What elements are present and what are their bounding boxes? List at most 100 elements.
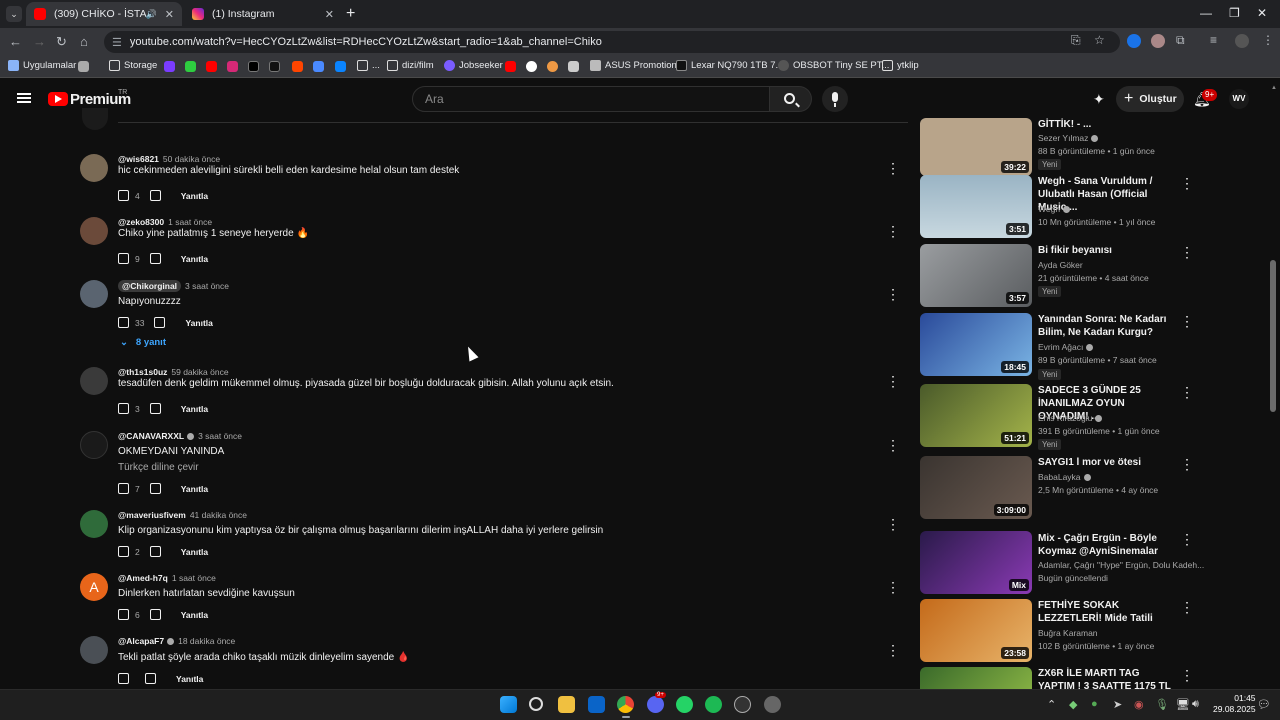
like-thumb-icon[interactable] — [118, 317, 129, 328]
tab-search-button[interactable]: ⌄ — [6, 6, 22, 22]
video-menu-icon[interactable] — [1180, 244, 1194, 261]
comment-avatar[interactable] — [80, 636, 108, 664]
video-title[interactable]: Mix - Çağrı Ergün - Böyle Koymaz @AyniSi… — [1038, 532, 1174, 558]
close-tab-icon[interactable]: ✕ — [325, 8, 334, 21]
menu-hamburger-icon[interactable] — [17, 93, 31, 103]
comment-time[interactable]: 3 saat önce — [185, 281, 229, 291]
video-title[interactable]: FETHİYE SOKAK LEZZETLERİ! Mide Tatili — [1038, 599, 1174, 625]
video-menu-icon[interactable] — [1180, 313, 1194, 330]
reply-button[interactable]: Yanıtla — [185, 318, 212, 328]
bookmark-star-icon[interactable]: ☆ — [1094, 33, 1105, 47]
bookmark-ytklip[interactable]: ytklip — [882, 60, 919, 71]
browser-tab-instagram[interactable]: (1) Instagram ✕ — [184, 2, 342, 26]
video-channel[interactable]: Enis Kirazoglu — [1038, 413, 1103, 423]
video-title[interactable]: Bi fikir beyanısı — [1038, 244, 1174, 257]
premium-gem-icon[interactable]: ✦ — [1093, 91, 1105, 108]
comment-time[interactable]: 18 dakika önce — [178, 636, 235, 646]
like-thumb-icon[interactable] — [118, 483, 129, 494]
like-thumb-icon[interactable] — [118, 253, 129, 264]
video-item[interactable]: 18:45 Yanından Sonra: Ne Kadarı Bilim, N… — [920, 313, 1270, 380]
close-tab-icon[interactable]: ✕ — [165, 8, 174, 21]
comment-time[interactable]: 1 saat önce — [172, 573, 216, 583]
comment-author[interactable]: @maveriusfivem — [118, 510, 186, 520]
video-item[interactable]: 23:58 FETHİYE SOKAK LEZZETLERİ! Mide Tat… — [920, 599, 1270, 663]
bookmark-site-icon[interactable] — [526, 61, 537, 72]
new-tab-icon[interactable]: + — [346, 5, 355, 23]
comment-menu-icon[interactable] — [886, 373, 900, 390]
video-thumbnail[interactable]: Mix — [920, 531, 1032, 594]
bookmark-reddit-icon[interactable] — [292, 61, 303, 72]
reply-button[interactable]: Yanıtla — [181, 547, 208, 557]
video-channel[interactable]: Buğra Karaman — [1038, 628, 1098, 638]
comment-menu-icon[interactable] — [886, 516, 900, 533]
comment-author[interactable]: @CANAVARXXL — [118, 431, 184, 441]
comment-menu-icon[interactable] — [886, 579, 900, 596]
video-item[interactable]: 3:51 Wegh - Sana Vuruldum / Ulubatlı Has… — [920, 175, 1270, 239]
bookmark-folder[interactable]: ... — [357, 60, 380, 71]
comment-avatar-letter[interactable]: A — [80, 573, 108, 601]
video-thumbnail[interactable]: 18:45 — [920, 313, 1032, 376]
tray-app-icon[interactable]: ◉ — [1134, 698, 1144, 711]
voice-search-mic-icon[interactable] — [822, 86, 848, 112]
comment-author[interactable]: @wis6821 — [118, 154, 159, 164]
video-item[interactable]: 3:57 Bi fikir beyanısı Ayda Göker 21 gör… — [920, 244, 1270, 308]
bookmark-storage[interactable]: Storage — [109, 60, 157, 71]
reply-button[interactable]: Yanıtla — [176, 674, 203, 684]
bookmark-asus[interactable]: ASUS Promotion — [590, 60, 677, 71]
extensions-puzzle-icon[interactable]: ⧉ — [1176, 33, 1185, 48]
spotify-icon[interactable] — [705, 696, 722, 713]
notification-center-icon[interactable]: 💬︎ — [1257, 698, 1271, 711]
comment-time[interactable]: 41 dakika önce — [190, 510, 247, 520]
bookmark-apps[interactable]: Uygulamalar — [8, 60, 76, 71]
video-menu-icon[interactable] — [1180, 175, 1194, 192]
comment-avatar[interactable] — [80, 431, 108, 459]
site-info-icon[interactable]: ☰ — [112, 36, 122, 49]
video-menu-icon[interactable] — [1180, 531, 1194, 548]
windows-start-icon[interactable] — [500, 696, 517, 713]
translate-link[interactable]: Türkçe diline çevir — [118, 462, 199, 473]
bookmark-tiktok-icon[interactable] — [269, 61, 280, 72]
reading-list-icon[interactable]: ≡ — [1210, 33, 1217, 47]
reply-button[interactable]: Yanıtla — [181, 610, 208, 620]
comment-time[interactable]: 50 dakika önce — [163, 154, 220, 164]
bookmark-obsbot[interactable]: OBSBOT Tiny SE PT... — [778, 60, 889, 71]
video-title[interactable]: Yanından Sonra: Ne Kadarı Bilim, Ne Kada… — [1038, 313, 1174, 339]
dislike-thumb-icon[interactable] — [149, 546, 161, 557]
search-input[interactable]: Ara — [412, 86, 770, 112]
file-explorer-icon[interactable] — [558, 696, 575, 713]
comment-author[interactable]: @Amed-h7q — [118, 573, 168, 583]
browser-tab-youtube[interactable]: (309) CHİKO - İSTANBUL M 🔊 ✕ — [26, 2, 182, 26]
comment-avatar[interactable] — [80, 217, 108, 245]
back-icon[interactable]: ← — [9, 34, 22, 49]
dislike-thumb-icon[interactable] — [149, 403, 161, 414]
settings-gear-icon[interactable] — [764, 696, 781, 713]
dislike-thumb-icon[interactable] — [149, 190, 161, 201]
video-item[interactable]: Mix Mix - Çağrı Ergün - Böyle Koymaz @Ay… — [920, 531, 1270, 595]
discord-icon[interactable] — [647, 696, 664, 713]
comment-author[interactable]: @AlcapaF7 — [118, 636, 164, 646]
reply-button[interactable]: Yanıtla — [181, 254, 208, 264]
video-item[interactable]: 51:21 SADECE 3 GÜNDE 25 İNANILMAZ OYUN O… — [920, 384, 1270, 450]
video-menu-icon[interactable] — [1180, 456, 1194, 473]
comment-menu-icon[interactable] — [886, 223, 900, 240]
dislike-thumb-icon[interactable] — [154, 317, 166, 328]
comment-avatar[interactable] — [80, 280, 108, 308]
speaker-icon[interactable]: 🔊 — [146, 9, 157, 20]
browser-menu-icon[interactable]: ⋮ — [1262, 33, 1274, 47]
dislike-thumb-icon[interactable] — [149, 483, 161, 494]
video-channel[interactable]: Ayda Göker — [1038, 260, 1083, 270]
search-button[interactable] — [770, 86, 812, 112]
dislike-thumb-icon[interactable] — [145, 673, 156, 684]
video-title[interactable]: ZX6R İLE MARTI TAG YAPTIM ! 3 SAATTE 117… — [1038, 667, 1174, 689]
reply-button[interactable]: Yanıtla — [181, 404, 208, 414]
scroll-up-icon[interactable]: ▲ — [1271, 85, 1277, 91]
comment-author[interactable]: @zeko8300 — [118, 217, 164, 227]
reply-button[interactable]: Yanıtla — [181, 191, 208, 201]
comment-menu-icon[interactable] — [886, 437, 900, 454]
minimize-icon[interactable]: — — [1200, 6, 1212, 20]
tray-mic-icon[interactable]: 🎙︎ — [1155, 698, 1169, 711]
create-button[interactable]: + Oluştur — [1116, 86, 1184, 112]
video-channel[interactable]: Evrim Ağacı — [1038, 342, 1094, 352]
like-thumb-icon[interactable] — [118, 546, 129, 557]
comment-time[interactable]: 1 saat önce — [168, 217, 212, 227]
